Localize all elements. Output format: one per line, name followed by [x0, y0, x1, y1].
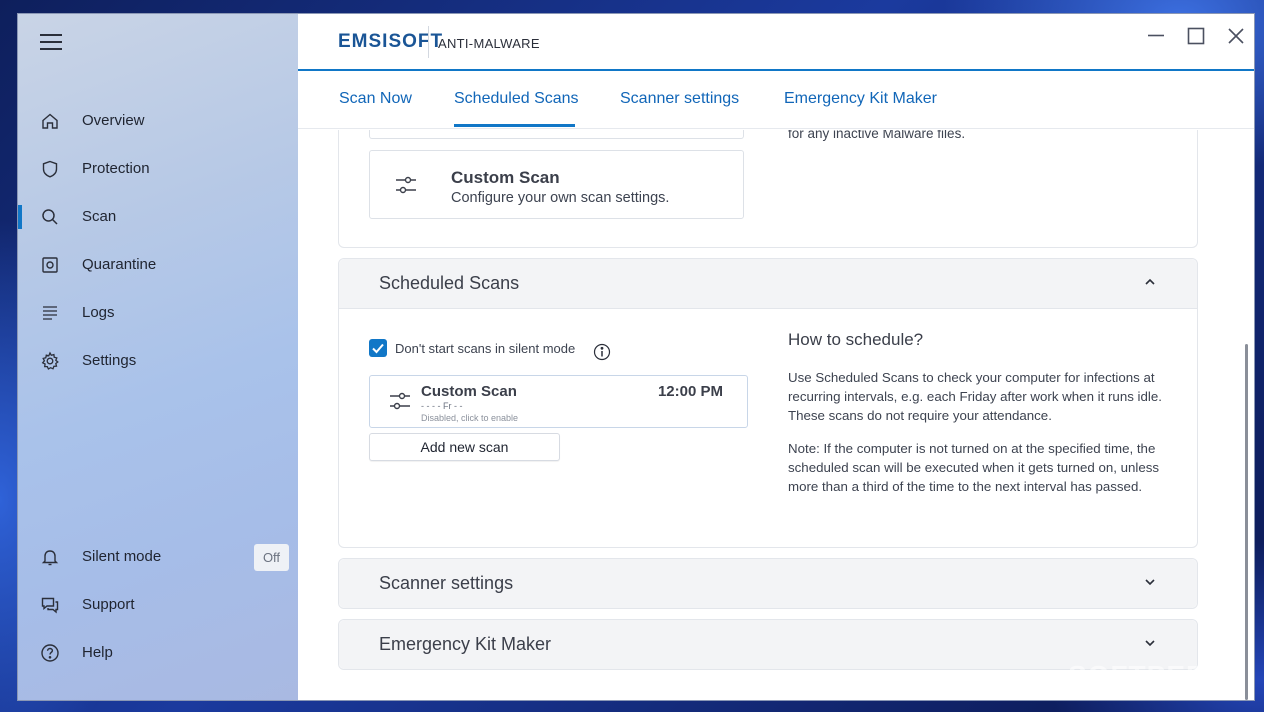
- scheduled-scan-time: 12:00 PM: [657, 383, 723, 400]
- custom-scan-description: Configure your own scan settings.: [451, 190, 670, 206]
- divider: [428, 26, 429, 58]
- silent-mode-checkbox-label[interactable]: Don't start scans in silent mode: [395, 341, 575, 356]
- sidebar-item-help[interactable]: Help: [18, 633, 298, 673]
- tab-scan-now[interactable]: Scan Now: [339, 90, 412, 108]
- scheduled-scan-status: Disabled, click to enable: [421, 413, 519, 423]
- help-title: How to schedule?: [788, 330, 924, 349]
- sliders-icon: [396, 176, 416, 194]
- scheduled-scans-header[interactable]: Scheduled Scans: [339, 259, 1197, 309]
- menu-icon[interactable]: [40, 34, 62, 50]
- tab-bar: Scan Now Scheduled Scans Scanner setting…: [298, 73, 1254, 129]
- panel-title: Scanner settings: [379, 573, 514, 593]
- tab-emergency-kit-maker[interactable]: Emergency Kit Maker: [784, 90, 937, 108]
- panel-title: Scheduled Scans: [379, 273, 520, 293]
- shield-icon: [42, 160, 58, 178]
- panel-title: Emergency Kit Maker: [379, 634, 552, 654]
- chevron-down-icon[interactable]: [1143, 636, 1157, 650]
- check-icon: [372, 343, 384, 354]
- sidebar-item-protection[interactable]: Protection: [18, 149, 298, 189]
- sliders-icon: [390, 392, 410, 410]
- product-name: ANTI-MALWARE: [438, 36, 540, 51]
- silent-mode-toggle[interactable]: Off: [254, 544, 289, 571]
- sidebar-item-quarantine[interactable]: Quarantine: [18, 245, 298, 285]
- scanner-settings-header[interactable]: Scanner settings: [339, 559, 1197, 608]
- add-new-scan-button[interactable]: Add new scan: [369, 433, 560, 461]
- app-window: Overview Protection Scan Quarantine Logs…: [17, 13, 1255, 701]
- custom-scan-card[interactable]: Custom Scan Configure your own scan sett…: [369, 150, 744, 219]
- silent-mode-checkbox[interactable]: [369, 339, 387, 357]
- help-note: Note: If the computer is not turned on a…: [788, 441, 1160, 494]
- sidebar-item-label: Help: [82, 644, 113, 661]
- help-paragraph: Use Scheduled Scans to check your comput…: [788, 370, 1162, 423]
- scheduled-scan-days: - - - - Fr - -: [421, 401, 463, 411]
- sidebar-item-label: Scan: [82, 208, 117, 225]
- scan-card-partial[interactable]: [369, 130, 744, 139]
- tab-scheduled-scans[interactable]: Scheduled Scans: [454, 90, 579, 108]
- scheduled-scans-panel: Scheduled Scans Don't start scans in sil…: [338, 258, 1198, 548]
- tab-scanner-settings[interactable]: Scanner settings: [620, 90, 739, 108]
- home-icon: [42, 113, 58, 129]
- sidebar-item-label: Silent mode: [82, 548, 162, 565]
- scan-description-partial: for any inactive Malware files.: [788, 130, 966, 141]
- sidebar: Overview Protection Scan Quarantine Logs…: [18, 14, 298, 700]
- minimize-icon[interactable]: [1144, 24, 1168, 48]
- sidebar-item-overview[interactable]: Overview: [18, 101, 298, 141]
- active-tab-indicator: [454, 124, 575, 127]
- sidebar-item-label: Protection: [82, 160, 150, 177]
- chevron-up-icon[interactable]: [1143, 275, 1157, 289]
- gear-icon: [41, 351, 59, 370]
- sidebar-item-label: Overview: [82, 112, 145, 129]
- scrollbar-thumb[interactable]: [1245, 344, 1248, 700]
- sidebar-item-label: Settings: [82, 352, 137, 369]
- title-bar: EMSISOFT ANTI-MALWARE: [298, 14, 1254, 71]
- bell-icon: [41, 550, 59, 566]
- chat-icon: [41, 597, 59, 614]
- close-icon[interactable]: [1224, 24, 1248, 48]
- custom-scan-title: Custom Scan: [451, 168, 560, 187]
- watermark: SOFTPEDIA: [1068, 660, 1238, 691]
- info-icon[interactable]: [593, 343, 611, 361]
- sidebar-item-label: Logs: [82, 304, 115, 321]
- quarantine-icon: [42, 257, 58, 273]
- sidebar-item-label: Quarantine: [82, 256, 157, 273]
- sidebar-item-support[interactable]: Support: [18, 585, 298, 625]
- sidebar-item-settings[interactable]: Settings: [18, 341, 298, 381]
- help-icon: [41, 644, 59, 662]
- search-icon: [42, 209, 58, 225]
- sidebar-item-label: Support: [82, 596, 135, 613]
- sidebar-item-scan[interactable]: Scan: [18, 197, 298, 237]
- sidebar-item-logs[interactable]: Logs: [18, 293, 298, 333]
- maximize-icon[interactable]: [1184, 24, 1208, 48]
- scan-now-panel: for any inactive Malware files. Custom S…: [338, 130, 1198, 248]
- logs-icon: [43, 306, 57, 320]
- scanner-settings-panel: Scanner settings: [338, 558, 1198, 609]
- chevron-down-icon[interactable]: [1143, 575, 1157, 589]
- main-content: for any inactive Malware files. Custom S…: [298, 130, 1254, 700]
- scheduled-scan-title: Custom Scan: [421, 383, 517, 400]
- scheduled-scan-item[interactable]: Custom Scan 12:00 PM - - - - Fr - - Disa…: [369, 375, 748, 428]
